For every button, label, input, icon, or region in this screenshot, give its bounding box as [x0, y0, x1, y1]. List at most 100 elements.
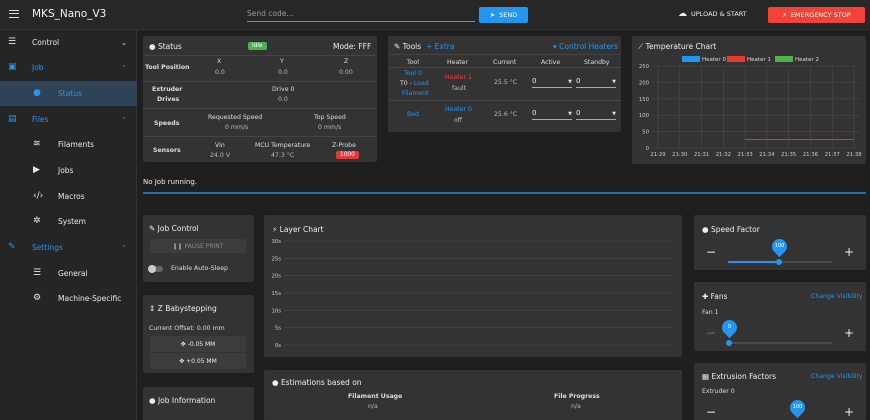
sidebar-item-status[interactable]: ● Status [0, 81, 137, 106]
arrows-icon: ✥ [180, 340, 186, 348]
current-offset: Current Offset: 0.00 mm [149, 325, 225, 332]
emergency-stop-button[interactable]: ⚡ EMERGENCY STOP [768, 7, 865, 23]
tool0-standby-select[interactable]: 0 ▼ [576, 77, 616, 88]
y-tick-label: 30s [272, 239, 282, 245]
legend-label: Heater 0 [702, 57, 726, 63]
sidebar-item-macros[interactable]: ‹/› Macros [0, 184, 137, 209]
requested-speed-value: 0 mm/s [225, 124, 249, 131]
legend-label: Heater 2 [795, 57, 819, 63]
files-icon: ▤ [8, 114, 17, 124]
send-code-input[interactable]: Send code... [247, 7, 475, 22]
x-header: X [217, 58, 222, 65]
send-button[interactable]: ➤ SEND [479, 7, 528, 23]
sidebar-item-jobs[interactable]: ▶ Jobs [0, 158, 137, 183]
database-icon: ≋ [33, 139, 41, 149]
tool0-active-select[interactable]: 0 ▼ [532, 77, 572, 88]
x-tick-label: 21:32 [716, 152, 731, 158]
bed-active-select[interactable]: 0 ▼ [532, 109, 572, 120]
job-information-title: ● Job Information [149, 396, 216, 405]
extra-button[interactable]: + Extra [426, 42, 454, 51]
x-tick-label: 21:37 [825, 152, 840, 158]
y-tick-label: 20s [272, 274, 282, 280]
play-icon: ▶ [33, 165, 40, 175]
sidebar-item-general[interactable]: ☰ General [0, 261, 137, 286]
control-heaters-menu[interactable]: ▾ Control Heaters [553, 42, 618, 51]
bed-current: 25.6 °C [494, 111, 518, 118]
extrusion-increase-button[interactable]: + [844, 405, 854, 419]
menu-icon[interactable] [9, 10, 19, 18]
speed-factor-title: ● Speed Factor [702, 225, 760, 234]
y-tick-label: 10s [272, 308, 282, 314]
mcu-temp-value: 47.3 °C [271, 152, 295, 159]
upload-start-button[interactable]: ☁ UPLOAD & START [678, 9, 747, 19]
chevron-down-icon: ⌄ [121, 38, 127, 47]
extruder-drives-label-2: Drives [157, 96, 180, 103]
bed-standby-select[interactable]: 0 ▼ [576, 109, 616, 120]
speed-slider-thumb[interactable] [776, 259, 782, 265]
send-label: SEND [499, 11, 518, 19]
pause-icon: ❚❚ [172, 242, 183, 250]
sidebar-item-filaments[interactable]: ≋ Filaments [0, 132, 137, 157]
temperature-chart: Heater 0 Heater 1 Heater 22502001501005002… [639, 56, 862, 158]
printer-icon: ▣ [8, 62, 17, 72]
extrusion-decrease-button[interactable]: − [706, 405, 716, 419]
sidebar-label: Files [32, 115, 49, 124]
send-icon: ➤ [489, 11, 496, 19]
file-progress-value: n/a [571, 403, 581, 410]
col-heater: Heater [447, 59, 469, 66]
fan-decrease-button[interactable]: − [706, 326, 716, 340]
sidebar-label: Status [58, 89, 82, 98]
babystep-plus-button[interactable]: ✥ +0.05 MM [150, 353, 246, 369]
sidebar-item-system[interactable]: ✲ System [0, 209, 137, 234]
extrusion-factors-title: ▦ Extrusion Factors [702, 372, 777, 381]
x-tick-label: 21:35 [781, 152, 796, 158]
bed-name[interactable]: Bed [407, 111, 419, 118]
fans-change-visibility[interactable]: Change Visibility [811, 293, 863, 300]
fan-slider-thumb[interactable] [726, 340, 732, 346]
fans-title: ✚ Fans [702, 292, 728, 301]
load-filament-link[interactable]: Load [414, 80, 429, 87]
tool-position-label: Tool Position [145, 64, 190, 71]
fan-slider-track[interactable] [728, 342, 832, 344]
speed-increase-button[interactable]: + [844, 245, 854, 259]
chevron-up-icon: ⌃ [121, 243, 127, 252]
z-value: 0.00 [339, 69, 353, 76]
sensors-label: Sensors [153, 147, 181, 154]
chevron-up-icon: ⌃ [121, 63, 127, 72]
extruder0-label: Extruder 0 [702, 388, 735, 395]
sidebar-item-machine-specific[interactable]: ⚙ Machine-Specific [0, 286, 137, 311]
y-tick-label: 250 [639, 64, 650, 70]
bed-heater[interactable]: Heater 0 [445, 106, 472, 113]
wrench-icon: ✎ [8, 242, 16, 252]
speed-decrease-button[interactable]: − [706, 245, 716, 259]
tool0-name[interactable]: Tool 0 [404, 70, 422, 77]
info-icon: ● [33, 88, 41, 98]
app-title: MKS_Nano_V3 [32, 8, 107, 20]
sidebar-label: Jobs [58, 166, 74, 175]
x-tick-label: 21:38 [846, 152, 862, 158]
tool0-sub: T0 - Load [400, 80, 429, 87]
babystep-minus-button[interactable]: ✥ -0.05 MM [150, 336, 246, 352]
tool0-heater[interactable]: Heater 1 [445, 74, 472, 81]
x-tick-label: 21:33 [737, 152, 752, 158]
extrusion-change-visibility[interactable]: Change Visibility [811, 373, 863, 380]
job-control-title: ✎ Job Control [149, 224, 199, 233]
auto-sleep-switch[interactable] [148, 265, 163, 273]
sidebar-item-control[interactable]: ☰ Control ⌄ [0, 30, 137, 55]
sidebar-item-settings[interactable]: ✎ Settings ⌃ [0, 235, 137, 260]
sidebar-item-files[interactable]: ▤ Files ⌃ [0, 107, 137, 132]
y-tick-label: 0s [275, 343, 281, 349]
speeds-label: Speeds [154, 120, 180, 127]
z-babystepping-title: ↕ Z Babystepping [149, 304, 217, 313]
cloud-upload-icon: ☁ [678, 9, 687, 19]
x-tick-label: 21:36 [803, 152, 819, 158]
pause-label: PAUSE PRINT [184, 242, 224, 250]
fan-increase-button[interactable]: + [844, 326, 854, 340]
tool0-current: 25.5 °C [494, 79, 518, 86]
sidebar-item-job[interactable]: ▣ Job ⌃ [0, 55, 137, 80]
sliders-icon: ☰ [33, 268, 42, 278]
status-card: ● Status Idle Mode: FFF Tool Position X … [143, 36, 377, 162]
pause-print-button[interactable]: ❚❚ PAUSE PRINT [150, 239, 246, 253]
mcu-temp-header: MCU Temperature [255, 142, 311, 149]
sidebar-label: System [58, 217, 86, 226]
